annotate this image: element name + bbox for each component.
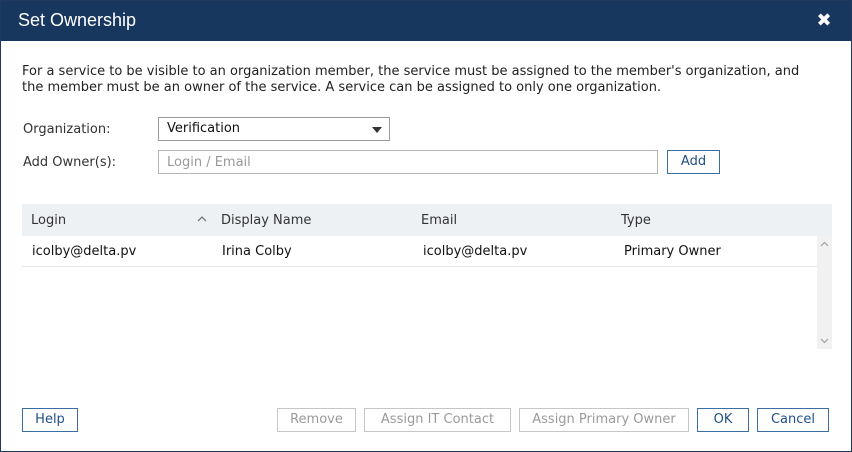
ok-button[interactable]: OK	[697, 408, 749, 432]
remove-button[interactable]: Remove	[277, 408, 356, 432]
assign-it-contact-button[interactable]: Assign IT Contact	[364, 408, 511, 432]
help-button[interactable]: Help	[22, 408, 78, 432]
column-header-type[interactable]: Type	[621, 213, 651, 228]
sort-ascending-icon[interactable]	[197, 214, 207, 224]
column-header-login[interactable]: Login	[31, 213, 66, 228]
column-header-display-name[interactable]: Display Name	[221, 213, 311, 228]
column-header-email[interactable]: Email	[421, 213, 457, 228]
scroll-down-icon[interactable]	[820, 336, 829, 345]
table-row[interactable]: icolby@delta.pv Irina Colby icolby@delta…	[22, 236, 817, 267]
dialog-title: Set Ownership	[18, 10, 137, 30]
cell-type: Primary Owner	[624, 244, 721, 259]
organization-label: Organization:	[23, 122, 111, 137]
add-owner-button[interactable]: Add	[667, 150, 720, 174]
organization-select[interactable]: Verification	[158, 117, 390, 141]
assign-primary-owner-button[interactable]: Assign Primary Owner	[519, 408, 689, 432]
table-header: Login Display Name Email Type	[22, 204, 832, 236]
table-body: icolby@delta.pv Irina Colby icolby@delta…	[22, 236, 832, 349]
cell-login: icolby@delta.pv	[32, 244, 137, 259]
owners-table: Login Display Name Email Type icolby@del…	[22, 204, 832, 349]
chevron-down-icon	[372, 127, 382, 133]
dialog-description: For a service to be visible to an organi…	[22, 64, 800, 95]
dialog-titlebar: Set Ownership ✖	[1, 1, 851, 41]
cell-email: icolby@delta.pv	[423, 244, 528, 259]
cancel-button[interactable]: Cancel	[757, 408, 829, 432]
add-owner-input[interactable]	[158, 150, 658, 174]
table-scrollbar[interactable]	[817, 236, 832, 349]
scroll-up-icon[interactable]	[820, 240, 829, 249]
cell-display-name: Irina Colby	[222, 244, 292, 259]
close-icon[interactable]: ✖	[814, 11, 834, 31]
organization-selected-value: Verification	[167, 121, 241, 136]
add-owner-label: Add Owner(s):	[23, 155, 117, 170]
set-ownership-dialog: Set Ownership ✖ For a service to be visi…	[0, 0, 852, 452]
